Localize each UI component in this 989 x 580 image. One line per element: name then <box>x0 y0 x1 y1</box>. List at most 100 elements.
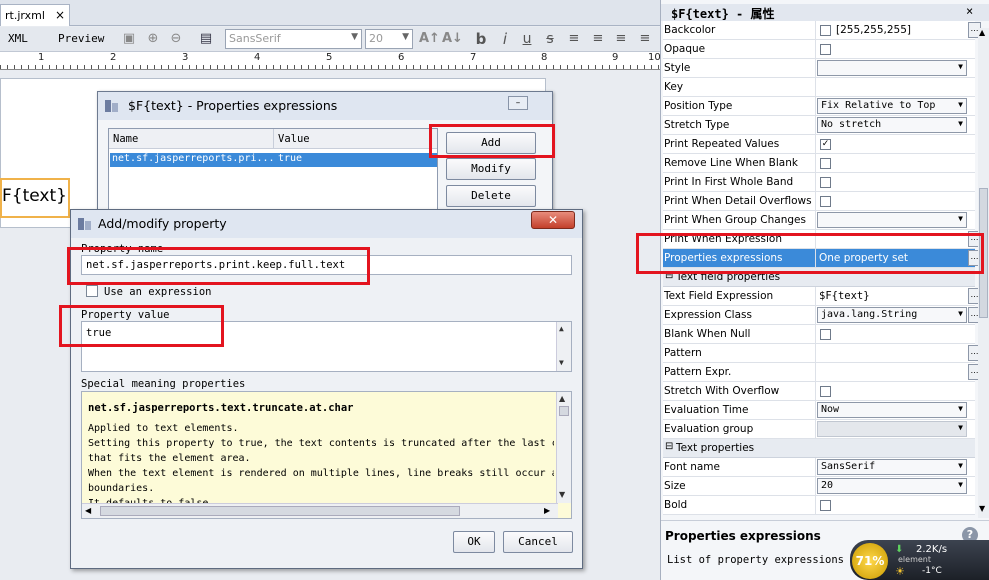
column-header-name[interactable]: Name <box>109 129 274 149</box>
property-checkbox[interactable]: ✓ <box>820 139 831 150</box>
underline-icon[interactable]: u <box>519 31 535 47</box>
property-row[interactable]: Stretch Type No stretch ▼ <box>663 116 975 135</box>
scroll-thumb[interactable] <box>100 506 460 516</box>
property-row[interactable]: Backcolor [255,255,255]… <box>663 21 981 40</box>
property-row[interactable]: Size 20 ▼ <box>663 477 975 496</box>
property-row[interactable]: Style ▼ <box>663 59 975 78</box>
property-row[interactable]: Expression Class java.lang.String ▼… <box>663 306 981 325</box>
property-value[interactable]: Now ▼ <box>815 401 969 419</box>
property-checkbox[interactable] <box>820 158 831 169</box>
cancel-button[interactable]: Cancel <box>503 531 573 553</box>
property-combo[interactable]: Fix Relative to Top ▼ <box>817 98 967 114</box>
property-combo[interactable]: No stretch ▼ <box>817 117 967 133</box>
property-combo[interactable]: ▼ <box>817 60 967 76</box>
property-row[interactable]: Print When Detail Overflows <box>663 192 975 211</box>
property-checkbox[interactable] <box>820 500 831 511</box>
property-value[interactable]: ✓ <box>815 135 969 153</box>
format-icon[interactable]: ▤ <box>198 31 214 47</box>
close-icon[interactable]: × <box>55 8 65 22</box>
minimize-button[interactable]: – <box>508 96 528 110</box>
property-row[interactable]: Evaluation Time Now ▼ <box>663 401 975 420</box>
property-row[interactable]: Pattern… <box>663 344 981 363</box>
property-value[interactable] <box>815 325 969 343</box>
property-row[interactable]: Remove Line When Blank <box>663 154 975 173</box>
property-combo[interactable]: 20 ▼ <box>817 478 967 494</box>
property-row[interactable]: Pattern Expr.… <box>663 363 981 382</box>
property-row[interactable]: Evaluation group ▼ <box>663 420 975 439</box>
align-center-icon[interactable]: ≡ <box>590 31 606 47</box>
italic-icon[interactable]: i <box>497 31 513 47</box>
font-shrink-icon[interactable]: A↓ <box>442 31 463 47</box>
scroll-down-icon[interactable]: ▼ <box>559 490 565 499</box>
property-value[interactable] <box>815 382 969 400</box>
use-expression-checkbox[interactable] <box>86 285 98 297</box>
preview-button[interactable]: Preview <box>58 32 104 45</box>
property-checkbox[interactable] <box>820 386 831 397</box>
property-combo[interactable]: ▼ <box>817 212 967 228</box>
property-value[interactable] <box>815 154 969 172</box>
zoom-out-icon[interactable]: ⊖ <box>168 31 184 47</box>
property-value[interactable] <box>815 192 969 210</box>
property-checkbox[interactable] <box>820 329 831 340</box>
tab-jrxml-file[interactable]: rt.jrxml × <box>0 4 70 26</box>
property-combo[interactable]: Now ▼ <box>817 402 967 418</box>
align-right-icon[interactable]: ≡ <box>613 31 629 47</box>
property-value[interactable]: ▼ <box>815 59 969 77</box>
property-value[interactable] <box>815 40 969 58</box>
special-properties-panel[interactable]: net.sf.jasperreports.text.truncate.at.ch… <box>81 391 572 519</box>
property-row[interactable]: Blank When Null <box>663 325 975 344</box>
align-justify-icon[interactable]: ≡ <box>637 31 653 47</box>
property-row[interactable]: Opaque <box>663 40 975 59</box>
property-row[interactable]: Position Type Fix Relative to Top ▼ <box>663 97 975 116</box>
property-row[interactable]: Text Field Expression $F{text}… <box>663 287 981 306</box>
xml-view-button[interactable]: XML <box>8 32 28 45</box>
property-value[interactable] <box>815 78 969 96</box>
text-field-element[interactable]: F{text} <box>0 178 70 218</box>
font-name-combo[interactable]: SansSerif ▼ <box>225 29 362 49</box>
delete-button[interactable]: Delete <box>446 185 536 207</box>
property-checkbox[interactable] <box>820 196 831 207</box>
font-size-combo[interactable]: 20 ▼ <box>365 29 413 49</box>
property-combo[interactable]: SansSerif ▼ <box>817 459 967 475</box>
property-row[interactable]: Print In First Whole Band <box>663 173 975 192</box>
scrollbar[interactable]: ▲ ▼ <box>556 322 571 371</box>
dialog-title-bar[interactable]: $F{text} - Properties expressions – <box>98 92 552 120</box>
property-value[interactable]: 20 ▼ <box>815 477 969 495</box>
scroll-left-icon[interactable]: ◀ <box>85 506 91 515</box>
scroll-up-icon[interactable]: ▲ <box>559 324 564 333</box>
property-value[interactable]: ▼ <box>815 420 969 438</box>
modify-button[interactable]: Modify <box>446 158 536 180</box>
property-value[interactable]: $F{text}… <box>815 287 981 305</box>
property-row[interactable]: Bold <box>663 496 975 515</box>
scroll-right-icon[interactable]: ▶ <box>544 506 550 515</box>
property-checkbox[interactable] <box>820 44 831 55</box>
align-left-icon[interactable]: ≡ <box>566 31 582 47</box>
scroll-thumb[interactable] <box>559 406 569 416</box>
property-combo[interactable]: java.lang.String ▼ <box>817 307 967 323</box>
property-row[interactable]: Key <box>663 78 975 97</box>
property-value[interactable]: No stretch ▼ <box>815 116 969 134</box>
collapse-icon[interactable]: ⊟ <box>665 441 673 452</box>
property-section[interactable]: ⊟ Text properties <box>663 439 975 458</box>
column-header-value[interactable]: Value <box>274 129 437 149</box>
horizontal-scrollbar[interactable]: ◀ ▶ <box>82 503 558 518</box>
property-value[interactable] <box>815 496 969 514</box>
vertical-scrollbar[interactable]: ▲ ▼ <box>556 392 571 503</box>
scroll-down-icon[interactable]: ▼ <box>979 504 985 513</box>
property-row[interactable]: Print When Group Changes ▼ <box>663 211 975 230</box>
property-value[interactable] <box>815 173 969 191</box>
element-icon[interactable]: ▣ <box>121 31 137 47</box>
color-swatch[interactable] <box>820 25 831 36</box>
property-value[interactable]: Fix Relative to Top ▼ <box>815 97 969 115</box>
property-value[interactable]: … <box>815 344 981 362</box>
property-value[interactable]: ▼ <box>815 211 969 229</box>
close-icon[interactable]: × <box>966 4 973 18</box>
scroll-down-icon[interactable]: ▼ <box>559 358 564 367</box>
close-button[interactable]: ✕ <box>531 211 575 229</box>
property-combo[interactable]: ▼ <box>817 421 967 437</box>
property-value[interactable]: SansSerif ▼ <box>815 458 969 476</box>
system-monitor-widget[interactable]: 71% ⬇ 2.2K/s element ☀ -1°C <box>850 540 989 580</box>
table-row[interactable]: net.sf.jasperreports.pri... true <box>110 153 437 167</box>
zoom-in-icon[interactable]: ⊕ <box>145 31 161 47</box>
scroll-up-icon[interactable]: ▲ <box>979 28 985 37</box>
